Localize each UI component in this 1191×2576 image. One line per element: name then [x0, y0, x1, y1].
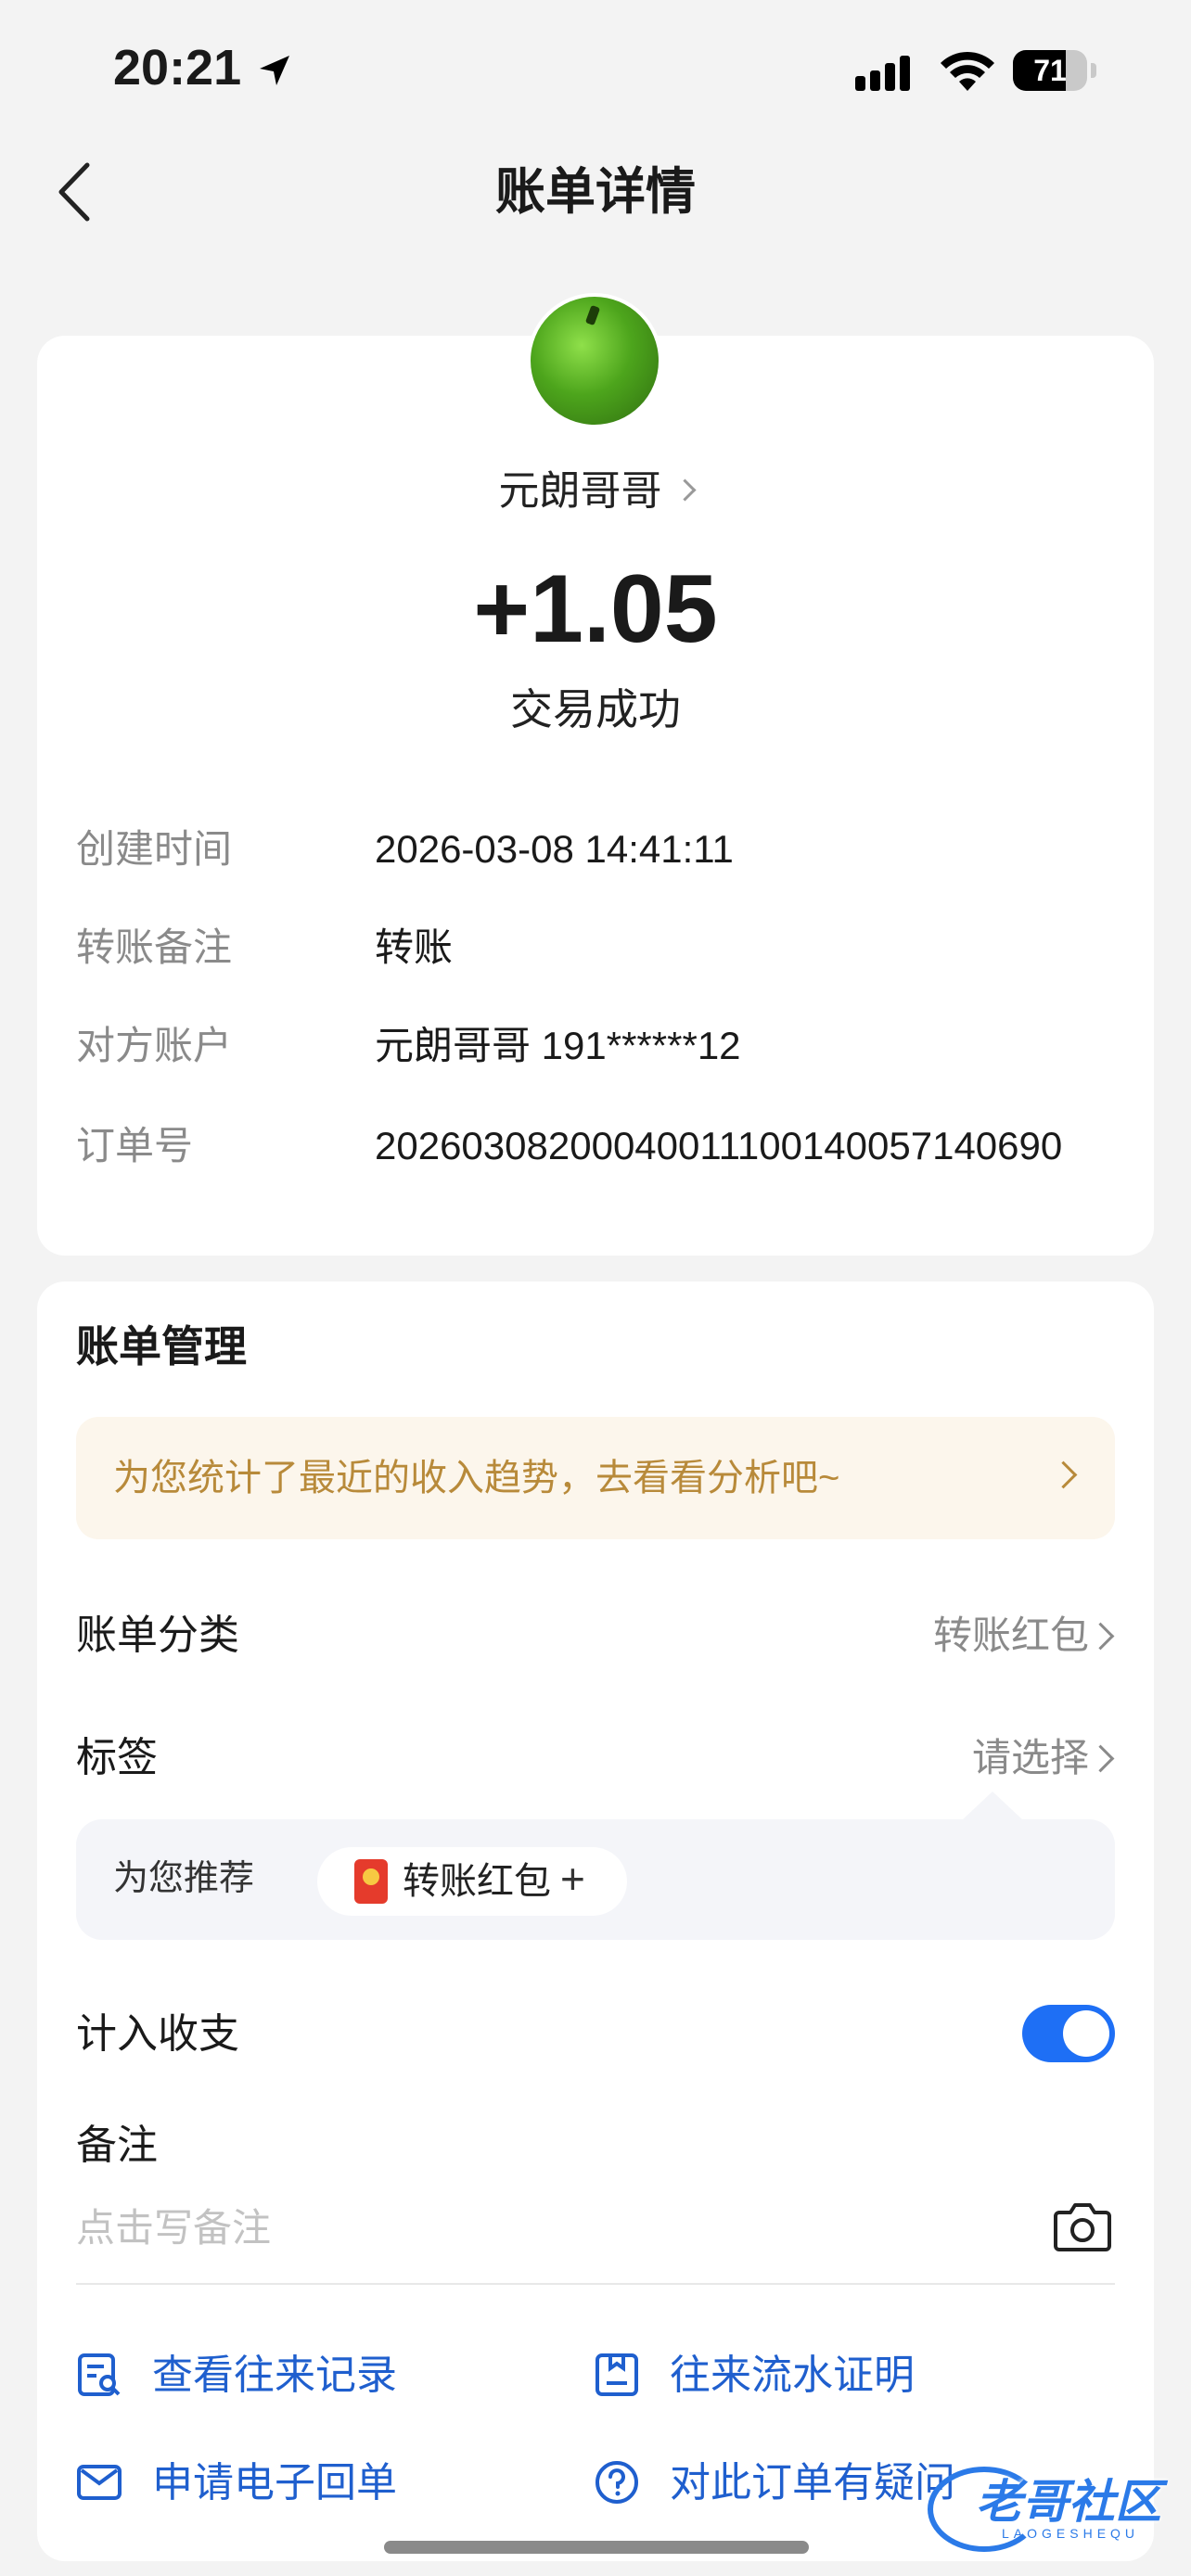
tag-select[interactable]: 请选择 [972, 1728, 1089, 1788]
statement-icon [596, 2353, 638, 2396]
record-search-icon [78, 2353, 121, 2396]
recommend-pointer [961, 1792, 1024, 1821]
order-number-value: 2026030820004001110014005714069​0 [375, 1124, 1063, 1167]
mail-icon [77, 2465, 122, 2500]
created-time-value: 2026-03-08 14:41:11 [375, 827, 734, 871]
transfer-note-label: 转账备注 [76, 925, 233, 969]
transfer-note-value: 转账 [375, 925, 454, 969]
payer-name: 元朗哥哥 [498, 468, 662, 514]
order-number-label: 订单号 [76, 1124, 194, 1167]
section-title: 账单管理 [76, 1322, 247, 1371]
status-time: 20:21 [113, 40, 242, 96]
watermark-logo: 老哥社区 LAOGESHEQU [928, 2448, 1178, 2559]
transaction-amount: +1.05 [473, 555, 718, 663]
include-in-stats-label: 计入收支 [76, 2011, 239, 2057]
note-label: 备注 [76, 2123, 158, 2168]
page-title: 账单详情 [495, 164, 696, 220]
wifi-icon [941, 51, 994, 91]
action-label: 对此订单有疑问 [670, 2460, 955, 2506]
home-indicator [384, 2541, 809, 2554]
include-in-stats-toggle[interactable] [1022, 2005, 1115, 2062]
counterparty-label: 对方账户 [76, 1024, 233, 1067]
statement-proof-button[interactable]: 往来流水证明 [594, 2346, 965, 2405]
order-question-button[interactable]: 对此订单有疑问 [594, 2454, 965, 2513]
chevron-right-icon [672, 478, 697, 502]
battery-icon: 71 [1013, 50, 1096, 91]
tag-label: 标签 [76, 1735, 158, 1780]
divider [76, 2283, 1115, 2285]
cellular-signal-icon [855, 54, 916, 91]
transaction-status: 交易成功 [510, 685, 681, 733]
location-arrow-icon [260, 56, 289, 85]
action-label: 申请电子回单 [152, 2460, 397, 2506]
plus-icon[interactable]: + [560, 1851, 585, 1906]
avatar[interactable] [531, 297, 659, 425]
watermark-subtext: LAOGESHEQU [1002, 2526, 1140, 2541]
recommend-label: 为您推荐 [113, 1859, 255, 1898]
counterparty-value: 元朗哥哥 191******12 [375, 1024, 741, 1067]
payer-name-link[interactable]: 元朗哥哥 [0, 464, 1191, 519]
view-history-button[interactable]: 查看往来记录 [76, 2346, 447, 2405]
action-label: 往来流水证明 [670, 2353, 915, 2398]
banner-text: 为您统计了最近的收入趋势，去看看分析吧~ [113, 1458, 840, 1498]
camera-icon[interactable] [1054, 2200, 1111, 2251]
watermark-text: 老哥社区 [976, 2476, 1161, 2528]
chip-label: 转账红包 [403, 1861, 551, 1902]
created-time-label: 创建时间 [76, 827, 233, 871]
e-receipt-button[interactable]: 申请电子回单 [76, 2454, 447, 2513]
red-envelope-icon [354, 1859, 388, 1904]
question-icon [596, 2461, 638, 2504]
note-input[interactable]: 点击写备注 [76, 2200, 271, 2257]
category-value[interactable]: 转账红包 [933, 1606, 1089, 1665]
action-label: 查看往来记录 [152, 2353, 397, 2398]
category-label: 账单分类 [76, 1613, 239, 1658]
